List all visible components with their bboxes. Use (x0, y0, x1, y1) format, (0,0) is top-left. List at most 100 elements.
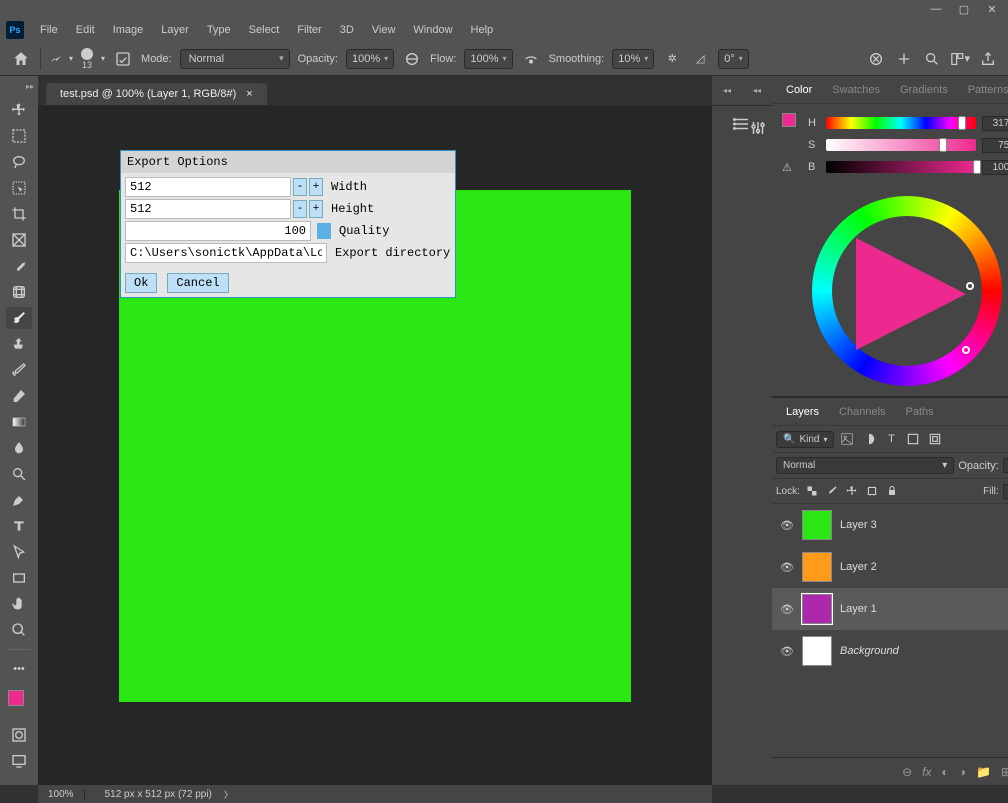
angle-input[interactable]: 0° (718, 49, 749, 69)
eyedropper-tool[interactable] (6, 255, 32, 277)
height-input[interactable] (125, 199, 291, 219)
lock-artboard-icon[interactable] (864, 483, 880, 499)
brush-panel-icon[interactable] (113, 49, 133, 69)
filter-image-icon[interactable] (838, 430, 856, 448)
layer-thumb[interactable] (802, 636, 832, 666)
menu-view[interactable]: View (364, 22, 404, 38)
layer-mask-icon[interactable]: ◐ (942, 765, 949, 779)
hue-slider[interactable] (826, 117, 976, 129)
bri-slider[interactable] (826, 161, 976, 173)
layer-thumb[interactable] (802, 552, 832, 582)
close-button[interactable]: ✕ (980, 1, 1004, 17)
move-tool[interactable] (6, 99, 32, 121)
tab-gradients[interactable]: Gradients (890, 80, 958, 100)
tab-patterns[interactable]: Patterns (958, 80, 1008, 100)
spot-heal-tool[interactable] (6, 281, 32, 303)
marquee-tool[interactable] (6, 125, 32, 147)
lock-transparency-icon[interactable] (804, 483, 820, 499)
menu-help[interactable]: Help (463, 22, 502, 38)
object-select-tool[interactable] (6, 177, 32, 199)
home-icon[interactable] (10, 48, 32, 70)
fill-input[interactable]: 100% (1003, 484, 1008, 499)
small-swatches[interactable] (782, 113, 802, 133)
wheel-indicator[interactable] (966, 282, 974, 290)
ok-button[interactable]: Ok (125, 273, 157, 293)
collapse-icon[interactable]: ▸▸ (26, 82, 34, 91)
eraser-tool[interactable] (6, 385, 32, 407)
blend-mode-select[interactable]: Normal (776, 457, 954, 474)
quick-mask-icon[interactable] (6, 724, 32, 746)
gradient-tool[interactable] (6, 411, 32, 433)
tab-swatches[interactable]: Swatches (822, 80, 890, 100)
screen-mode-icon[interactable] (6, 750, 32, 772)
layer-name[interactable]: Layer 1 (840, 603, 1008, 615)
color-wheel[interactable] (812, 196, 1002, 386)
menu-type[interactable]: Type (199, 22, 239, 38)
minimize-button[interactable]: — (924, 1, 948, 17)
menu-image[interactable]: Image (105, 22, 152, 38)
menu-filter[interactable]: Filter (289, 22, 329, 38)
flow-input[interactable]: 100% (464, 49, 512, 69)
dodge-tool[interactable] (6, 463, 32, 485)
quality-input[interactable] (125, 221, 311, 241)
layer-name[interactable]: Background (840, 645, 1008, 657)
width-input[interactable] (125, 177, 291, 197)
history-brush-tool[interactable] (6, 359, 32, 381)
layer-thumb[interactable] (802, 510, 832, 540)
airbrush-icon[interactable] (521, 49, 541, 69)
clone-tool[interactable] (6, 333, 32, 355)
fg-color[interactable] (8, 690, 24, 706)
frame-tool[interactable] (6, 229, 32, 251)
filter-shape-icon[interactable] (904, 430, 922, 448)
menu-select[interactable]: Select (241, 22, 288, 38)
width-increment[interactable]: + (309, 178, 323, 196)
layer-item[interactable]: 👁 Background 🔒 (772, 630, 1008, 672)
brush-size-preview[interactable]: 13 (81, 48, 93, 70)
layer-item[interactable]: 👁 Layer 1 (772, 588, 1008, 630)
lock-position-icon[interactable] (844, 483, 860, 499)
search-icon[interactable] (922, 49, 942, 69)
menu-file[interactable]: File (32, 22, 66, 38)
color-triangle[interactable] (856, 238, 966, 350)
brush-tool[interactable] (6, 307, 32, 329)
sat-slider[interactable] (826, 139, 976, 151)
layer-name[interactable]: Layer 3 (840, 519, 1008, 531)
pressure-size-icon[interactable] (894, 49, 914, 69)
kind-filter-select[interactable]: 🔍 Kind (776, 431, 834, 448)
layer-group-icon[interactable]: 📁 (976, 765, 991, 779)
visibility-icon[interactable]: 👁 (780, 561, 794, 574)
zoom-level[interactable]: 100% (48, 789, 85, 800)
pen-tool[interactable] (6, 489, 32, 511)
path-select-tool[interactable] (6, 541, 32, 563)
menu-3d[interactable]: 3D (332, 22, 362, 38)
filter-adjust-icon[interactable] (860, 430, 878, 448)
sat-value[interactable]: 75 (982, 138, 1008, 153)
workspace-icon[interactable]: ▾ (950, 49, 970, 69)
opacity-input[interactable]: 100% (346, 49, 394, 69)
tab-color[interactable]: Color (776, 80, 822, 100)
rectangle-tool[interactable] (6, 567, 32, 589)
zoom-tool[interactable] (6, 619, 32, 641)
edit-toolbar-icon[interactable]: ••• (6, 658, 32, 680)
smoothing-gear-icon[interactable]: ✲ (662, 49, 682, 69)
menu-window[interactable]: Window (405, 22, 460, 38)
app-logo[interactable]: Ps (6, 21, 24, 39)
document-tab[interactable]: test.psd @ 100% (Layer 1, RGB/8#) × (46, 83, 267, 105)
layer-item[interactable]: 👁 Layer 3 (772, 504, 1008, 546)
width-decrement[interactable]: - (293, 178, 307, 196)
tab-layers[interactable]: Layers (776, 402, 829, 422)
layer-thumb[interactable] (802, 594, 832, 624)
path-input[interactable] (125, 243, 327, 263)
dock-adjust-icon[interactable] (744, 114, 772, 142)
crop-tool[interactable] (6, 203, 32, 225)
visibility-icon[interactable]: 👁 (780, 603, 794, 616)
layer-item[interactable]: 👁 Layer 2 (772, 546, 1008, 588)
link-layers-icon[interactable]: ⊖ (902, 765, 912, 779)
layer-name[interactable]: Layer 2 (840, 561, 1008, 573)
brush-preview[interactable]: ▾ (49, 52, 73, 66)
hand-tool[interactable] (6, 593, 32, 615)
triangle-indicator[interactable] (962, 346, 970, 354)
hue-value[interactable]: 317 (982, 116, 1008, 131)
type-tool[interactable] (6, 515, 32, 537)
bri-value[interactable]: 100 (982, 160, 1008, 175)
